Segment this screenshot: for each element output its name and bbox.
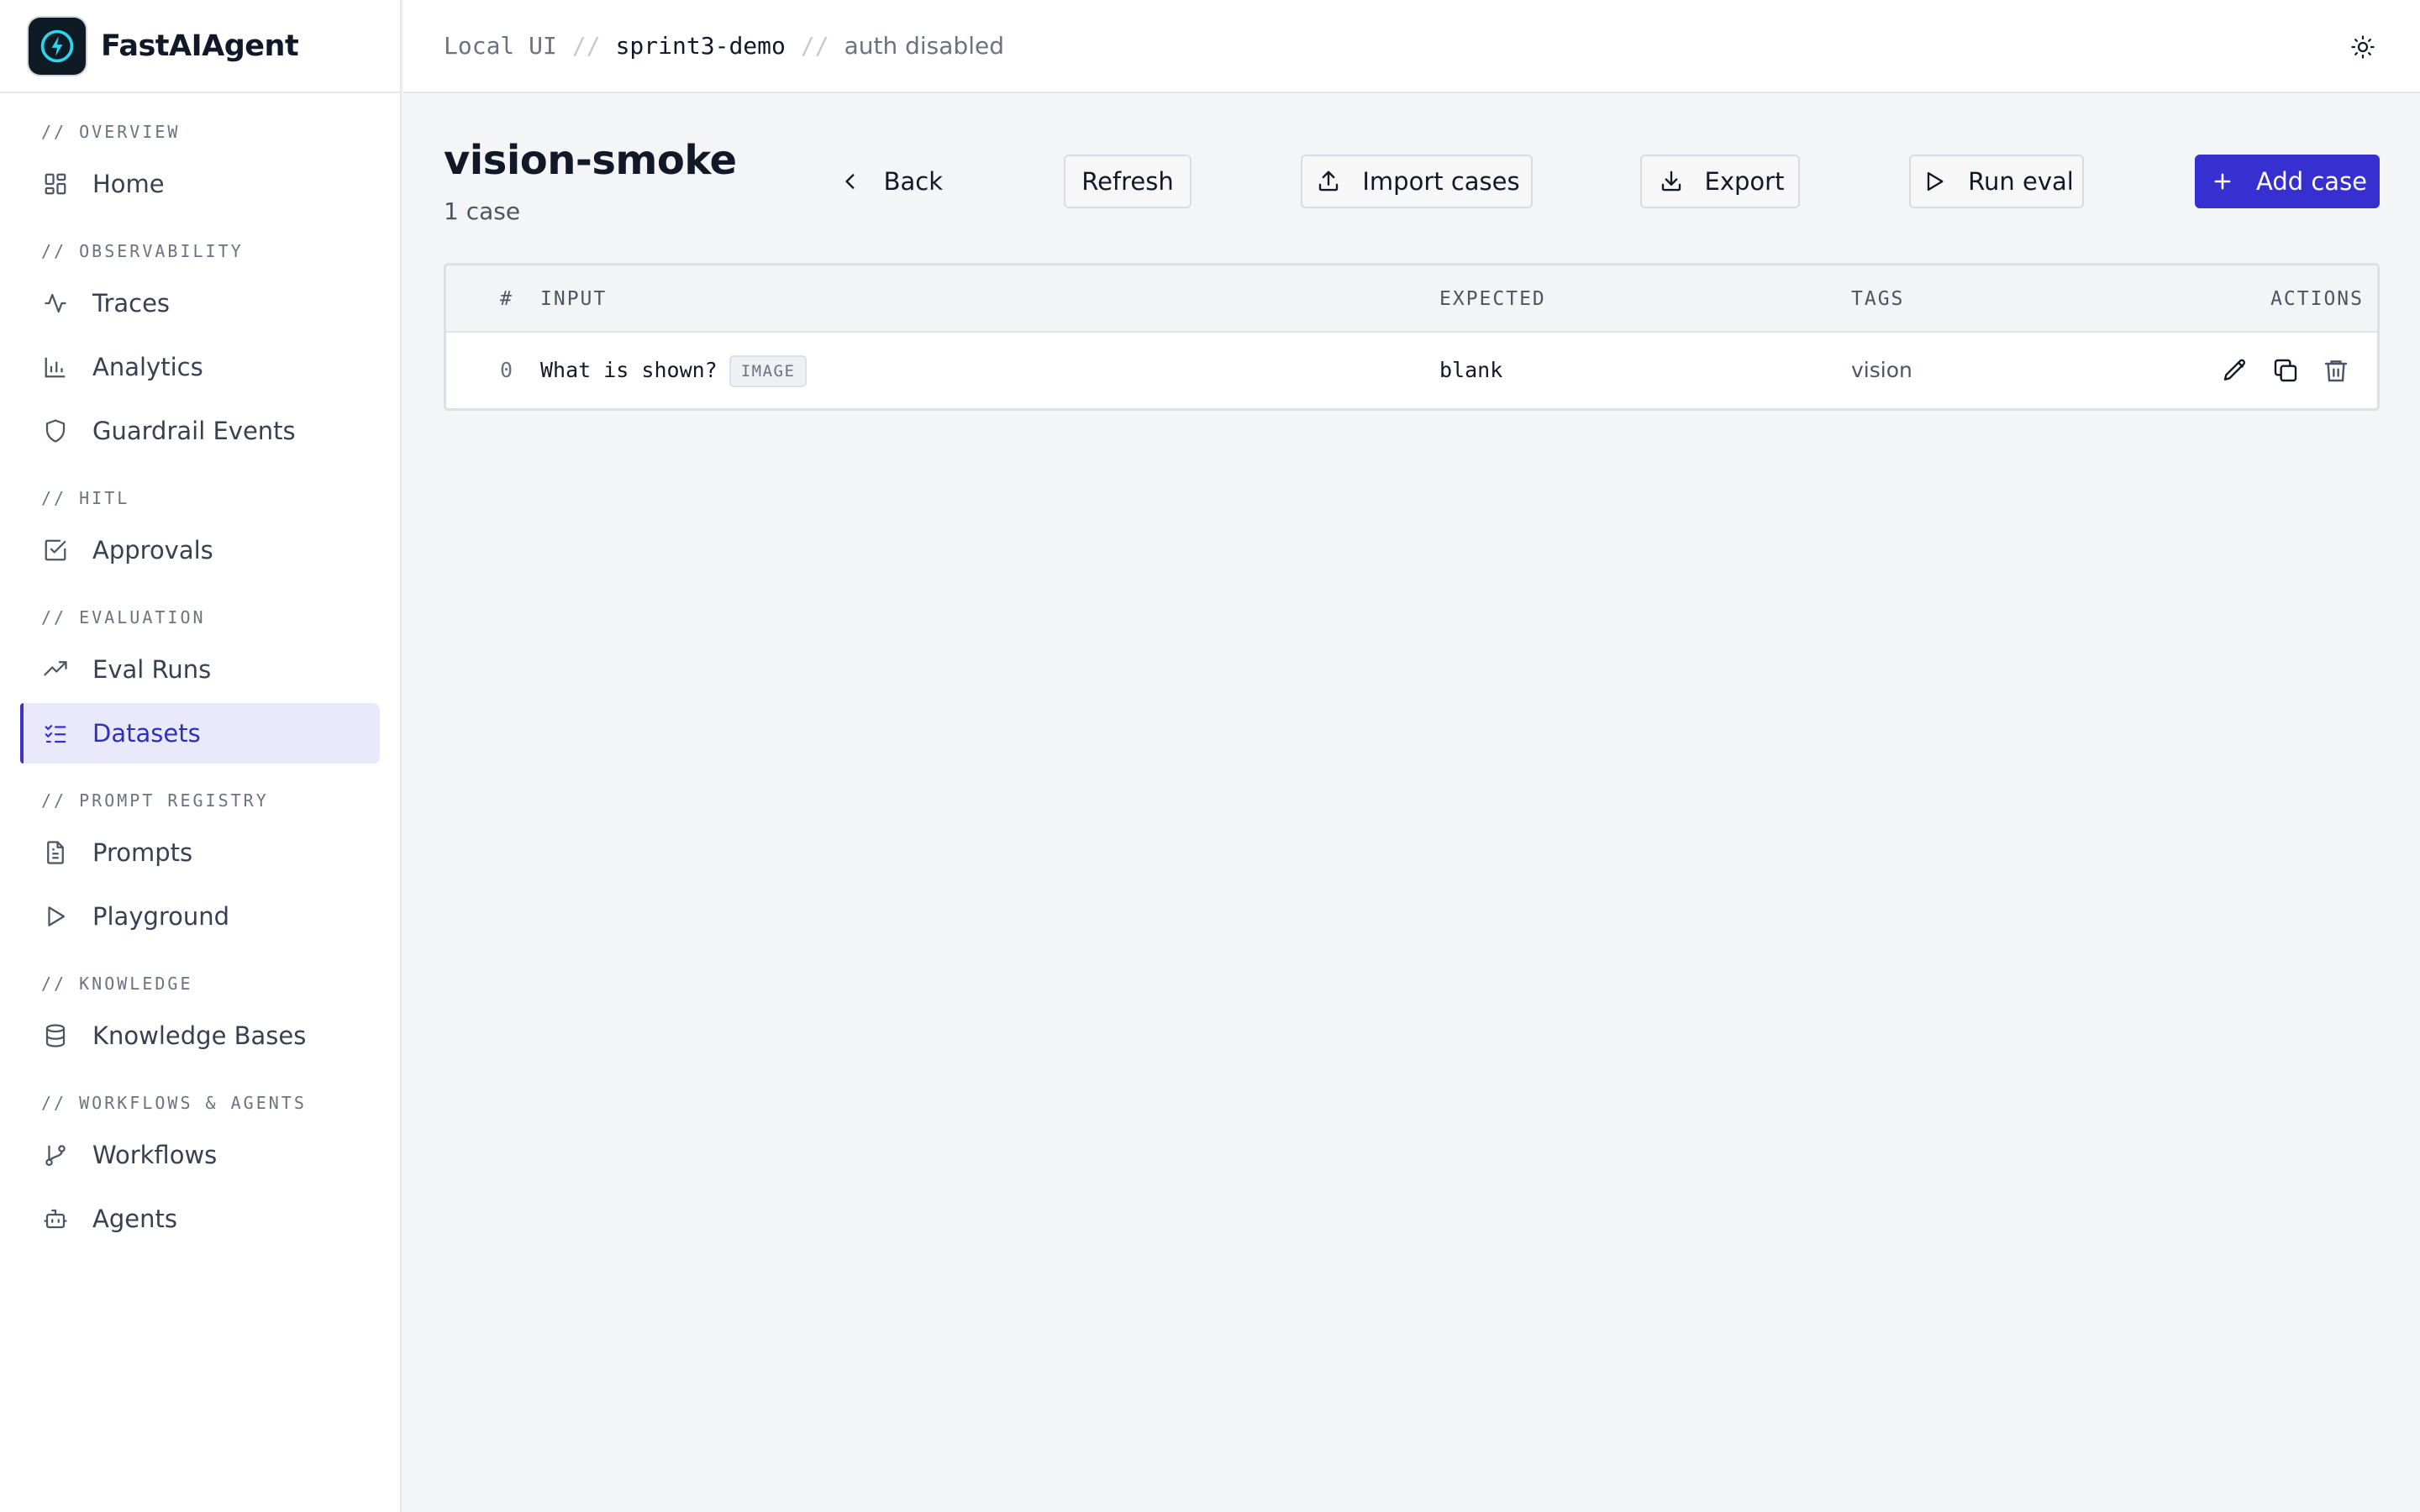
sidebar-item-label: Workflows xyxy=(92,1141,218,1169)
import-cases-button[interactable]: Import cases xyxy=(1301,155,1533,208)
chevron-left-icon xyxy=(835,166,865,197)
play-icon xyxy=(1919,166,1949,197)
database-icon xyxy=(40,1021,71,1051)
column-expected: EXPECTED xyxy=(1439,288,1546,310)
download-icon xyxy=(1656,166,1686,197)
back-button[interactable]: Back xyxy=(834,155,944,208)
sidebar-item-playground[interactable]: Playground xyxy=(20,886,380,947)
sidebar-item-prompts[interactable]: Prompts xyxy=(20,822,380,883)
section-knowledge: // KNOWLEDGE xyxy=(41,974,193,994)
sidebar-item-label: Guardrail Events xyxy=(92,417,296,445)
trending-up-icon xyxy=(40,654,71,685)
table-row[interactable]: 0 What is shown? IMAGE blank vision xyxy=(446,333,2377,408)
sidebar-item-workflows[interactable]: Workflows xyxy=(20,1125,380,1185)
row-tags: vision xyxy=(1851,358,1912,382)
add-case-button[interactable]: Add case xyxy=(2195,155,2380,208)
breadcrumb: Local UI // sprint3-demo // auth disable… xyxy=(444,32,1004,60)
breadcrumb-root[interactable]: Local UI xyxy=(444,32,557,60)
main-content: vision-smoke 1 case Back Refresh Import … xyxy=(403,93,2420,1512)
lightning-logo-icon xyxy=(29,17,86,75)
sidebar-item-approvals[interactable]: Approvals xyxy=(20,520,380,580)
list-checks-icon xyxy=(40,718,71,748)
topbar: Local UI // sprint3-demo // auth disable… xyxy=(403,0,2420,93)
file-text-icon xyxy=(40,837,71,868)
delete-trash-icon[interactable] xyxy=(2321,355,2351,386)
sidebar-nav: // OVERVIEW Home // OBSERVABILITY Traces… xyxy=(0,93,400,1249)
export-button[interactable]: Export xyxy=(1640,155,1800,208)
sidebar-item-label: Eval Runs xyxy=(92,655,212,684)
row-expected: blank xyxy=(1439,358,1503,382)
back-label: Back xyxy=(883,167,943,196)
sidebar-item-analytics[interactable]: Analytics xyxy=(20,337,380,397)
sidebar-item-label: Approvals xyxy=(92,536,213,564)
export-label: Export xyxy=(1704,167,1785,196)
page-title: vision-smoke xyxy=(444,137,737,184)
row-index: 0 xyxy=(500,358,513,382)
column-tags: TAGS xyxy=(1851,288,1905,310)
sidebar-item-knowledge-bases[interactable]: Knowledge Bases xyxy=(20,1005,380,1066)
column-actions: ACTIONS xyxy=(2270,288,2364,310)
refresh-label: Refresh xyxy=(1081,167,1174,196)
breadcrumb-auth-status: auth disabled xyxy=(844,32,1004,60)
sidebar-item-eval-runs[interactable]: Eval Runs xyxy=(20,639,380,700)
import-label: Import cases xyxy=(1362,167,1520,196)
breadcrumb-project[interactable]: sprint3-demo xyxy=(616,32,786,60)
sidebar-item-label: Analytics xyxy=(92,353,203,381)
upload-icon xyxy=(1313,166,1344,197)
breadcrumb-separator: // xyxy=(800,32,829,60)
sidebar-item-agents[interactable]: Agents xyxy=(20,1189,380,1249)
sidebar-item-datasets[interactable]: Datasets xyxy=(20,703,380,764)
case-count: 1 case xyxy=(444,197,521,225)
sidebar-item-guardrail-events[interactable]: Guardrail Events xyxy=(20,401,380,461)
bar-chart-icon xyxy=(40,352,71,382)
row-input: What is shown? xyxy=(540,358,718,382)
bot-icon xyxy=(40,1204,71,1234)
shield-icon xyxy=(40,416,71,446)
app-name: FastAIAgent xyxy=(101,29,299,63)
column-input: INPUT xyxy=(540,288,608,310)
sidebar-item-label: Home xyxy=(92,170,165,198)
sidebar-item-home[interactable]: Home xyxy=(20,154,380,214)
duplicate-copy-icon[interactable] xyxy=(2270,355,2301,386)
git-branch-icon xyxy=(40,1140,71,1170)
grid-icon xyxy=(40,169,71,199)
run-eval-button[interactable]: Run eval xyxy=(1909,155,2084,208)
row-input-cell: What is shown? IMAGE xyxy=(540,333,808,408)
sidebar-item-label: Traces xyxy=(92,289,171,318)
section-observability: // OBSERVABILITY xyxy=(41,241,244,261)
column-index: # xyxy=(500,288,513,310)
section-evaluation: // EVALUATION xyxy=(41,607,206,627)
run-eval-label: Run eval xyxy=(1968,167,2074,196)
sidebar: FastAIAgent // OVERVIEW Home // OBSERVAB… xyxy=(0,0,402,1512)
plus-icon xyxy=(2207,166,2238,197)
section-prompt-registry: // PROMPT REGISTRY xyxy=(41,790,269,811)
sidebar-item-label: Agents xyxy=(92,1205,177,1233)
sidebar-item-traces[interactable]: Traces xyxy=(20,273,380,333)
activity-icon xyxy=(40,288,71,318)
play-icon xyxy=(40,901,71,932)
table-header: # INPUT EXPECTED TAGS ACTIONS xyxy=(446,265,2377,333)
refresh-button[interactable]: Refresh xyxy=(1064,155,1192,208)
edit-pencil-icon[interactable] xyxy=(2220,355,2250,386)
add-case-label: Add case xyxy=(2255,167,2368,196)
section-workflows-agents: // WORKFLOWS & AGENTS xyxy=(41,1093,307,1113)
image-badge: IMAGE xyxy=(729,355,808,387)
sidebar-item-label: Prompts xyxy=(92,838,193,867)
section-overview: // OVERVIEW xyxy=(41,122,181,142)
sidebar-item-label: Playground xyxy=(92,902,230,931)
brand[interactable]: FastAIAgent xyxy=(0,0,400,93)
breadcrumb-separator: // xyxy=(571,32,601,60)
sidebar-item-label: Datasets xyxy=(92,719,201,748)
theme-toggle-sun-icon[interactable] xyxy=(2348,32,2378,62)
cases-table: # INPUT EXPECTED TAGS ACTIONS 0 What is … xyxy=(444,263,2380,411)
section-hitl: // HITL xyxy=(41,488,130,508)
sidebar-item-label: Knowledge Bases xyxy=(92,1021,307,1050)
check-square-icon xyxy=(40,535,71,565)
